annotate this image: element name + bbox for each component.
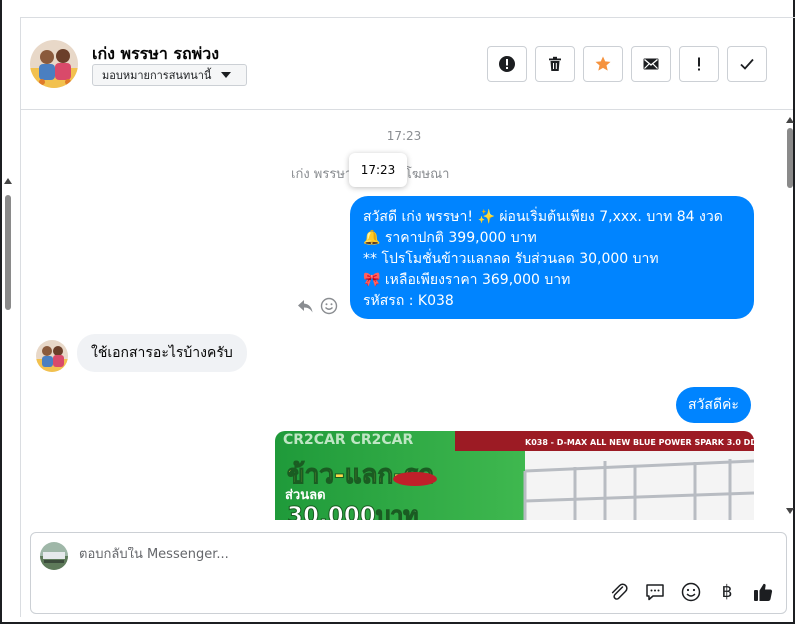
thumbs-up-icon[interactable] <box>752 581 774 603</box>
saved-reply-icon[interactable] <box>644 581 666 603</box>
caret-down-icon <box>221 72 232 78</box>
model-text: K038 - D-MAX ALL NEW BLUE POWER SPARK 3.… <box>525 438 754 447</box>
assign-label: มอบหมายการสนทนานี้ <box>102 69 212 82</box>
unread-button[interactable] <box>631 46 671 82</box>
discount-label: ส่วนลด <box>285 488 326 503</box>
thread-scrollbar[interactable] <box>785 110 795 520</box>
page-avatar <box>40 542 68 570</box>
scroll-thumb[interactable] <box>787 128 793 188</box>
discount-amount: 30,000บาท <box>287 503 418 520</box>
left-scrollbar[interactable] <box>3 178 13 623</box>
promo-line: รหัสรถ : K038 <box>363 293 454 309</box>
conversation-header: เก่ง พรรษา รถพ่วง มอบหมายการสนทนานี้ <box>21 18 793 110</box>
spam-button[interactable] <box>487 46 527 82</box>
paperclip-icon[interactable] <box>608 581 630 603</box>
promo-line: ** โปรโมชั่นข้าวแลกลด รับส่วนลด 30,000 บ… <box>363 251 659 267</box>
star-button[interactable] <box>583 46 623 82</box>
promo-image-attachment[interactable]: CR2CAR CR2CAR K038 - D-MAX ALL NEW BLUE … <box>275 431 754 520</box>
alert-circle-icon <box>499 56 515 72</box>
emoji-icon[interactable] <box>680 581 702 603</box>
smiley-icon[interactable] <box>320 297 338 315</box>
envelope-icon <box>643 58 659 70</box>
follow-up-button[interactable] <box>679 46 719 82</box>
exclamation-icon <box>698 57 700 71</box>
scroll-down-arrow-icon[interactable] <box>786 508 794 514</box>
trash-icon <box>549 56 561 71</box>
check-icon <box>740 58 754 70</box>
delete-button[interactable] <box>535 46 575 82</box>
thread-timestamp: 17:23 <box>386 129 422 143</box>
message-actions <box>296 297 338 315</box>
reply-composer: ฿ <box>30 532 787 614</box>
contact-avatar[interactable] <box>30 40 78 88</box>
assign-conversation-dropdown[interactable]: มอบหมายการสนทนานี้ <box>92 64 247 86</box>
composer-tools: ฿ <box>608 581 774 603</box>
star-icon <box>595 56 611 71</box>
scroll-up-arrow-icon[interactable] <box>4 178 12 184</box>
time-tooltip: 17:23 <box>349 153 407 187</box>
promo-line: 🔔 ราคาปกติ 399,000 บาท <box>363 230 537 246</box>
payment-baht-icon[interactable]: ฿ <box>716 582 738 602</box>
banner-top-text: CR2CAR CR2CAR <box>283 432 413 448</box>
outgoing-greeting-message[interactable]: สวัสดีค่ะ <box>676 387 751 423</box>
done-button[interactable] <box>727 46 767 82</box>
outgoing-promo-message[interactable]: สวัสดี เก่ง พรรษา! ✨ ผ่อนเริ่มต้นเพียง 7… <box>350 196 754 319</box>
reply-input[interactable] <box>79 547 579 562</box>
incoming-message[interactable]: ใช้เอกสารอะไรบ้างครับ <box>77 334 247 372</box>
reply-arrow-icon[interactable] <box>296 297 314 315</box>
scroll-thumb[interactable] <box>5 195 11 310</box>
promo-line: 🎀 เหลือเพียงราคา 369,000 บาท <box>363 272 571 288</box>
header-actions <box>487 46 767 82</box>
scroll-up-arrow-icon[interactable] <box>786 117 794 123</box>
contact-avatar-small <box>36 340 68 372</box>
promo-line: สวัสดี เก่ง พรรษา! ✨ ผ่อนเริ่มต้นเพียง 7… <box>363 209 723 225</box>
message-thread[interactable]: 17:23 เก่ง พรรษา ตอบกลับโฆษณา 17:23 สวัส… <box>21 111 787 520</box>
